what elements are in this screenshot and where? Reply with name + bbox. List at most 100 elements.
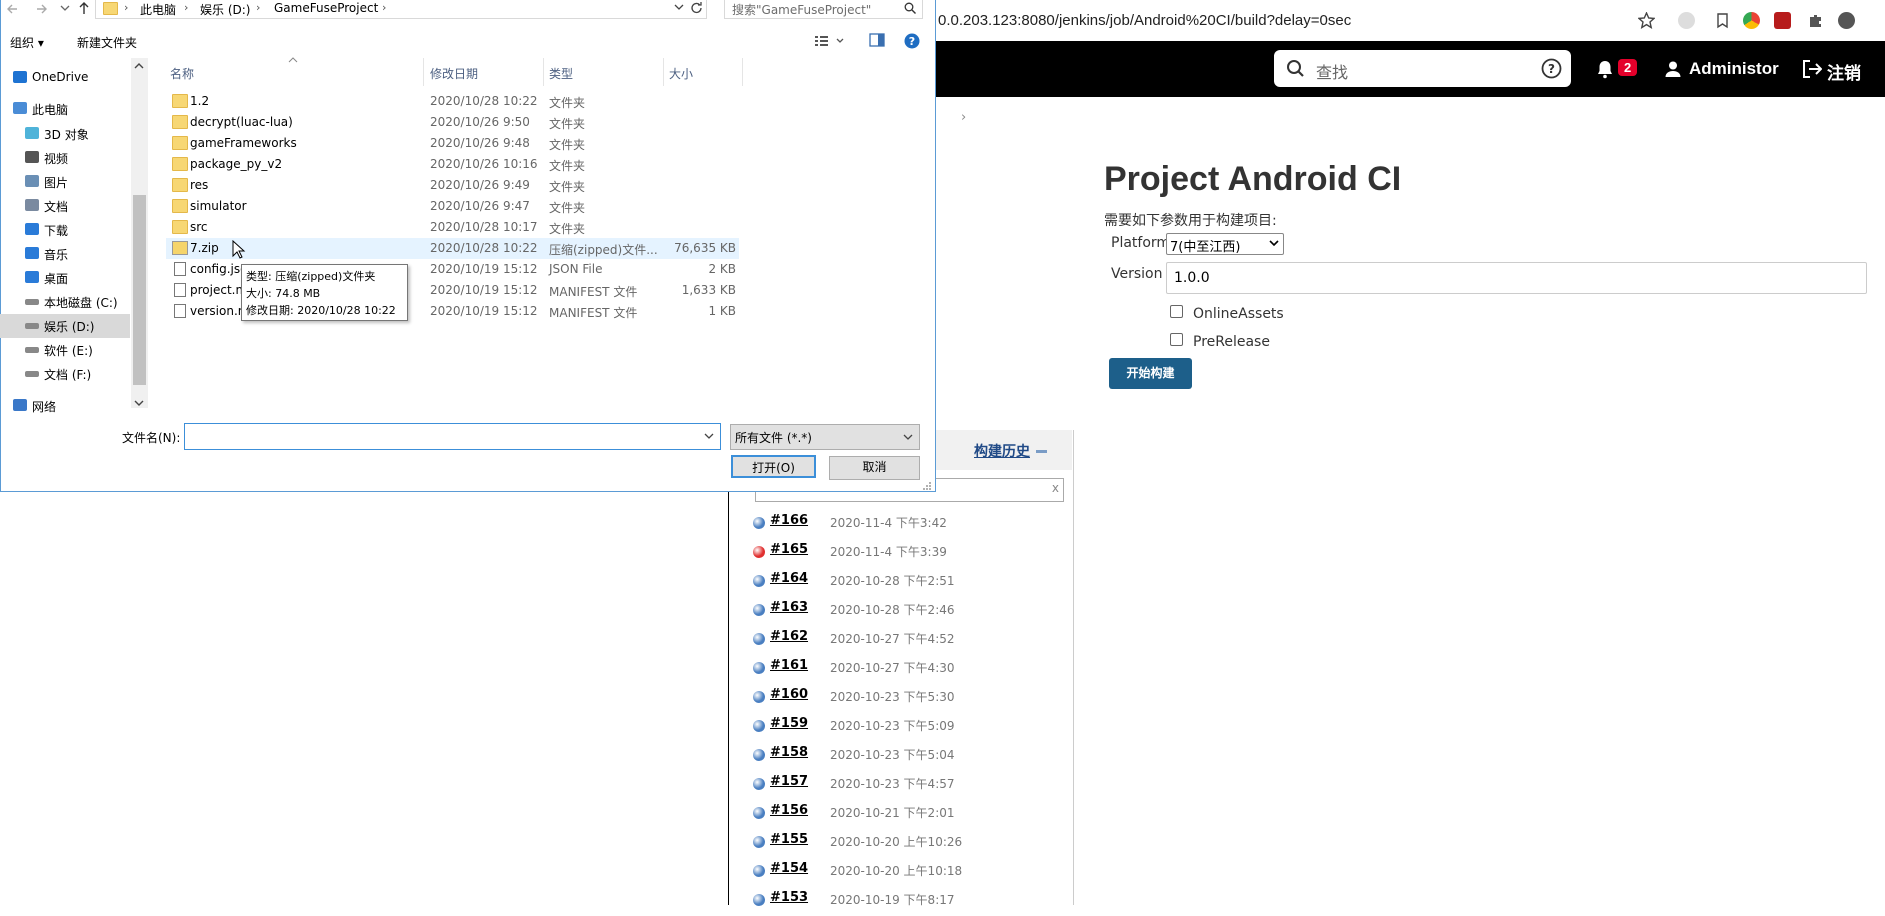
file-type-filter-select[interactable]: 所有文件 (*.*) [730,424,920,450]
file-row[interactable]: 7.zip 2020/10/28 10:22 压缩(zipped)文件... 76,6… [166,238,739,259]
filename-input[interactable] [184,423,721,450]
column-header-size[interactable]: 大小 [669,65,693,82]
nav-item[interactable]: 此电脑 [13,97,125,121]
help-icon[interactable]: ? [1541,58,1562,79]
file-row[interactable]: decrypt(luac-lua) 2020/10/26 9:50 文件夹 [166,112,739,133]
star-icon[interactable] [1637,11,1656,29]
build-number-link[interactable]: #155 [770,832,808,847]
file-row[interactable]: package_py_v2 2020/10/26 10:16 文件夹 [166,154,739,175]
file-date: 2020/10/19 15:12 [430,262,538,276]
address-bar-url[interactable]: 0.0.203.123:8080/jenkins/job/Android%20C… [938,12,1351,29]
organize-button[interactable]: 组织 ▾ [10,34,44,51]
search-icon[interactable] [904,2,916,14]
nav-scrollbar-thumb[interactable] [133,195,146,385]
nav-item[interactable]: 娱乐 (D:) [0,314,130,338]
build-number-link[interactable]: #164 [770,571,808,586]
bookmark-icon[interactable] [1714,12,1731,29]
file-row[interactable]: res 2020/10/26 9:49 文件夹 [166,175,739,196]
build-number-link[interactable]: #165 [770,542,808,557]
platform-select[interactable]: 7(中至江西) [1166,233,1284,255]
build-success-icon [753,807,765,819]
build-number-link[interactable]: #163 [770,600,808,615]
new-folder-button[interactable]: 新建文件夹 [77,34,137,51]
forward-arrow-icon[interactable] [36,3,48,15]
nav-item[interactable]: 图片 [25,170,125,194]
column-divider[interactable] [543,58,544,86]
nav-item[interactable]: 桌面 [25,266,125,290]
column-divider[interactable] [663,58,664,86]
build-number-link[interactable]: #157 [770,774,808,789]
view-options-icon[interactable] [815,35,847,47]
nav-item[interactable]: 本地磁盘 (C:) [25,290,125,314]
collapse-icon[interactable] [1036,450,1047,453]
nav-item[interactable]: 视频 [25,146,125,170]
up-arrow-icon[interactable] [78,1,90,15]
chrome-extension-icon[interactable] [1743,12,1760,29]
breadcrumb-item[interactable]: 娱乐 (D:) [200,1,250,18]
dropdown-icon[interactable] [60,3,70,13]
user-icon [1665,61,1681,77]
file-row[interactable]: gameFrameworks 2020/10/26 9:48 文件夹 [166,133,739,154]
folder-search-input[interactable]: 搜索"GameFuseProject" [724,0,923,19]
file-row[interactable]: 1.2 2020/10/28 10:22 文件夹 [166,91,739,112]
build-number-link[interactable]: #160 [770,687,808,702]
nav-item[interactable]: OneDrive [13,66,125,90]
open-button[interactable]: 打开(O) [731,455,816,478]
user-name-link[interactable]: Administor [1689,59,1779,79]
nav-item[interactable]: 文档 (F:) [25,362,125,386]
column-header-type[interactable]: 类型 [549,65,573,82]
bell-icon[interactable] [1596,59,1614,79]
cancel-button[interactable]: 取消 [829,456,920,480]
nav-item[interactable]: 网络 [13,394,125,418]
build-date: 2020-11-4 下午3:39 [830,545,947,559]
breadcrumb-item[interactable]: 此电脑 [140,1,176,18]
build-history-row: #164 2020-10-28 下午2:51 [752,568,1062,597]
v-extension-icon[interactable] [1678,12,1695,29]
scroll-down-icon[interactable] [134,399,144,407]
build-button[interactable]: 开始构建 [1109,358,1192,389]
build-number-link[interactable]: #158 [770,745,808,760]
build-number-link[interactable]: #162 [770,629,808,644]
column-header-date[interactable]: 修改日期 [430,65,478,82]
chevron-down-icon[interactable] [674,4,684,12]
help-icon[interactable]: ? [904,33,920,49]
address-bar[interactable]: › 此电脑 › 娱乐 (D:) › GameFuseProject › [95,0,707,19]
chevron-down-icon[interactable] [704,433,714,441]
build-number-link[interactable]: #166 [770,513,808,528]
resize-grip-icon[interactable] [922,481,932,491]
version-input[interactable]: 1.0.0 [1166,262,1867,294]
scroll-up-icon[interactable] [134,62,144,70]
clear-filter-icon[interactable]: x [1052,481,1059,495]
puzzle-icon[interactable] [1807,12,1824,29]
file-row[interactable]: src 2020/10/28 10:17 文件夹 [166,217,739,238]
notification-badge[interactable]: 2 [1618,59,1638,76]
build-number-link[interactable]: #153 [770,890,808,905]
build-number-link[interactable]: #159 [770,716,808,731]
nav-item[interactable]: 3D 对象 [25,122,125,146]
nav-item[interactable]: 软件 (E:) [25,338,125,362]
chevron-down-icon [1269,240,1279,247]
nav-item[interactable]: 音乐 [25,242,125,266]
nav-item[interactable]: 下载 [25,218,125,242]
breadcrumb-item[interactable]: GameFuseProject [274,1,378,15]
profile-avatar-icon[interactable] [1838,12,1855,29]
nav-item[interactable]: 文档 [25,194,125,218]
file-type: 文件夹 [549,138,586,152]
jenkins-search-box[interactable]: 查找 ? [1274,50,1571,87]
build-number-link[interactable]: #161 [770,658,808,673]
breadcrumb-sep-icon: › [124,1,129,14]
online-assets-checkbox[interactable] [1170,305,1183,318]
prerelease-checkbox[interactable] [1170,333,1183,346]
file-row[interactable]: simulator 2020/10/26 9:47 文件夹 [166,196,739,217]
build-history-title[interactable]: 构建历史 [974,441,1030,461]
build-number-link[interactable]: #154 [770,861,808,876]
build-number-link[interactable]: #156 [770,803,808,818]
logout-link[interactable]: 注销 [1827,59,1861,84]
refresh-icon[interactable] [690,1,703,15]
back-arrow-icon[interactable] [6,3,18,15]
shield-extension-icon[interactable] [1774,12,1791,29]
preview-pane-icon[interactable] [869,33,885,47]
column-divider[interactable] [742,58,743,86]
column-divider[interactable] [423,58,424,86]
column-header-name[interactable]: 名称 [170,65,194,82]
